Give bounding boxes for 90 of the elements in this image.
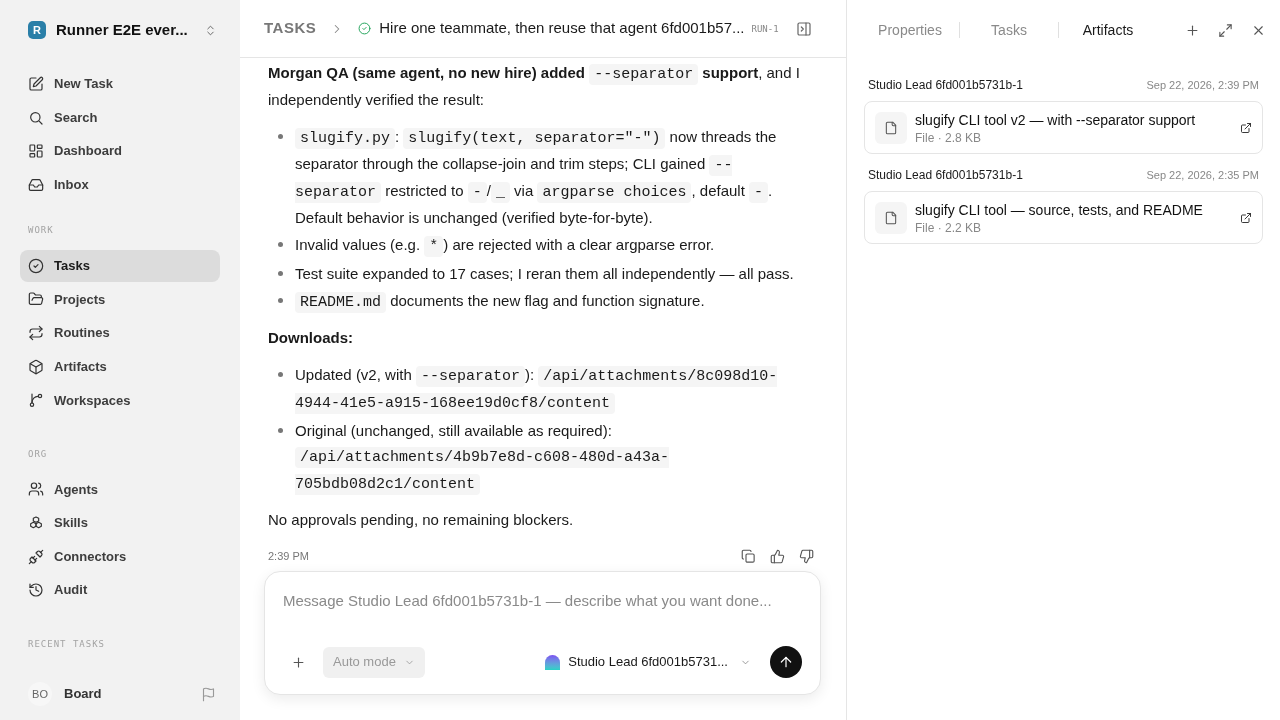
- expand-button[interactable]: [1218, 22, 1233, 38]
- sidebar-item[interactable]: Dashboard: [20, 135, 220, 168]
- bullet-icon: [278, 298, 283, 303]
- artifact-date: Sep 22, 2026, 2:39 PM: [1146, 77, 1259, 93]
- sidebar-item[interactable]: Projects: [20, 283, 220, 316]
- thumbs-up-button[interactable]: [770, 549, 785, 564]
- section-heading: WORK: [27, 224, 55, 238]
- message-paragraph: Downloads:: [268, 328, 354, 348]
- copy-button[interactable]: [741, 549, 756, 564]
- thumbs-down-icon: [799, 549, 814, 564]
- file-icon: [875, 201, 907, 234]
- panel-tab[interactable]: Tasks: [960, 19, 1058, 41]
- artifact-title: slugify CLI tool — source, tests, and README: [915, 200, 1204, 220]
- workspace-logo: R: [28, 21, 46, 39]
- add-button[interactable]: [1185, 22, 1200, 38]
- open-external-button[interactable]: [1240, 121, 1252, 134]
- folder-icon: [28, 291, 44, 308]
- artifact-meta: File · 2.2 KB: [915, 219, 983, 236]
- artifact-card[interactable]: slugify CLI tool v2 — with --separator support File · 2.8 KB: [864, 101, 1263, 154]
- message-input[interactable]: Message Studio Lead 6fd001b5731b-1 — describe what you want done...: [283, 590, 802, 613]
- sidebar-item[interactable]: Inbox: [20, 168, 220, 201]
- sidebar-item[interactable]: Search: [20, 101, 220, 134]
- breadcrumb-link[interactable]: TASKS: [264, 17, 317, 40]
- panel-toggle-button[interactable]: [796, 20, 812, 37]
- panel-tab[interactable]: Properties: [861, 19, 959, 41]
- file-icon: [875, 111, 907, 144]
- external-link-icon: [1240, 121, 1252, 134]
- bullet-icon: [278, 271, 283, 276]
- task-title: Hire one teammate, then reuse that agent 6fd001b57...: [379, 18, 745, 39]
- plus-icon: [290, 654, 306, 670]
- dashboard-icon: [28, 143, 44, 160]
- send-button[interactable]: [770, 646, 802, 678]
- artifact-author: Studio Lead 6fd001b5731b-1: [868, 167, 1023, 184]
- box-icon: [28, 358, 44, 375]
- flag-icon: [201, 686, 216, 702]
- sidebar-item[interactable]: New Task: [20, 68, 220, 100]
- message-time: 2:39 PM: [268, 549, 309, 564]
- sidebar-item[interactable]: Audit: [20, 574, 220, 607]
- cubes-icon: [28, 514, 44, 531]
- user-name: Board: [64, 685, 103, 704]
- copy-icon: [741, 549, 756, 564]
- artifact-meta: File · 2.8 KB: [915, 129, 983, 146]
- artifact-card[interactable]: slugify CLI tool — source, tests, and README File · 2.2 KB: [864, 191, 1263, 244]
- sidebar-item[interactable]: Connectors: [20, 540, 220, 573]
- plug-icon: [28, 548, 44, 565]
- workspace-switcher[interactable]: Runner E2E ever...: [56, 18, 220, 42]
- thumbs-up-icon: [770, 549, 785, 564]
- inbox-icon: [28, 176, 44, 193]
- plus-icon: [1185, 22, 1200, 38]
- edit-icon: [28, 76, 44, 92]
- expand-icon: [1218, 22, 1233, 38]
- panel-tab[interactable]: Artifacts: [1059, 19, 1157, 41]
- chevrons-icon: [204, 23, 217, 37]
- check-circle-icon: [358, 22, 372, 35]
- sidebar-item[interactable]: Routines: [20, 317, 220, 350]
- list-item: README.md documents the new flag and function signature.: [295, 288, 808, 315]
- agent-dropdown[interactable]: Studio Lead 6fd001b5731...: [545, 652, 751, 672]
- list-item: Updated (v2, with --separator ): /api/attachments/8c098d10-4944-41e5-a915-168ee19d0cf8/content: [295, 365, 779, 416]
- run-label: RUN-1: [751, 22, 779, 36]
- check-circle-icon: [28, 257, 44, 274]
- avatar-initials: BO: [28, 682, 52, 706]
- bullet-icon: [278, 372, 283, 377]
- sidebar-item[interactable]: Workspaces: [20, 384, 220, 417]
- history-icon: [28, 582, 44, 599]
- open-external-button[interactable]: [1240, 211, 1252, 224]
- agent-avatar-icon: [545, 654, 561, 670]
- list-item: slugify.py : slugify(text, separator="-") now threads the separator through the collapse-join and trim steps; CLI gained --separator restricted to - / _ via argparse choices , default - . Default behavior is unchanged (verified byte-for-byte).: [295, 127, 778, 228]
- message-paragraph: Morgan QA (same agent, no new hire) added --separator support, and I independently verified the result:: [268, 63, 801, 110]
- section-heading: ORG: [27, 447, 49, 461]
- bullet-icon: [278, 242, 283, 247]
- external-link-icon: [1240, 211, 1252, 224]
- bullet-icon: [278, 428, 283, 433]
- repeat-icon: [28, 325, 44, 342]
- artifact-author: Studio Lead 6fd001b5731b-1: [868, 77, 1023, 94]
- section-heading: RECENT TASKS: [27, 637, 107, 651]
- artifact-title: slugify CLI tool v2 — with --separator support: [915, 110, 1197, 130]
- message-paragraph: No approvals pending, no remaining blockers.: [268, 510, 575, 530]
- search-icon: [28, 109, 44, 126]
- thumbs-down-button[interactable]: [799, 549, 814, 564]
- sidebar-item[interactable]: Artifacts: [20, 350, 220, 383]
- list-item: Invalid values (e.g. * ) are rejected with a clear argparse error.: [295, 235, 716, 259]
- list-item: Test suite expanded to 17 cases; I reran them all independently — all pass.: [295, 264, 795, 284]
- sidebar-item[interactable]: Agents: [20, 473, 220, 506]
- users-icon: [28, 481, 44, 498]
- sidebar-item[interactable]: Tasks: [20, 249, 220, 282]
- branch-icon: [28, 392, 44, 409]
- bullet-icon: [278, 134, 283, 139]
- artifact-date: Sep 22, 2026, 2:35 PM: [1146, 167, 1259, 183]
- sidebar-item[interactable]: Skills: [20, 506, 220, 539]
- sidebar-toggle-icon: [796, 20, 812, 37]
